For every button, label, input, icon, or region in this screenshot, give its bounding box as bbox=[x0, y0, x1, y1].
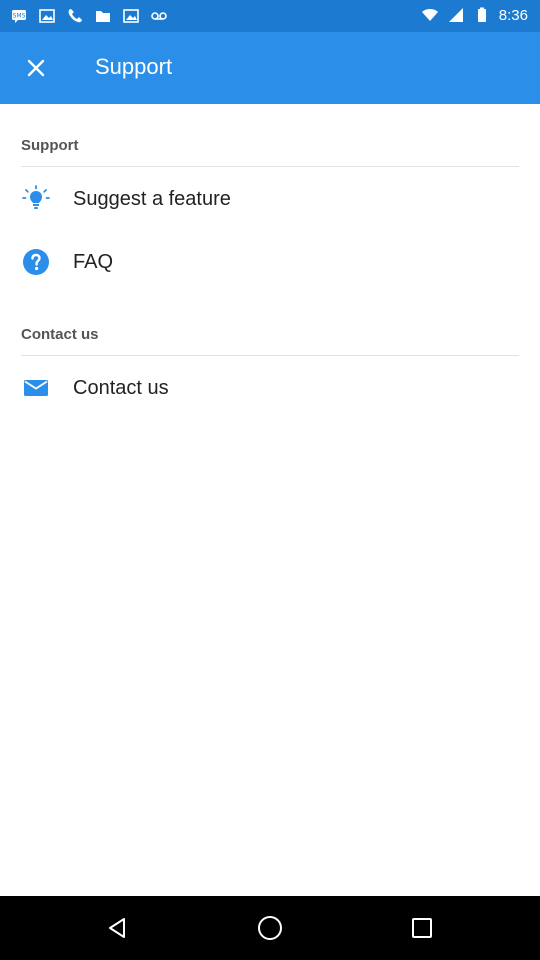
contact-us-label: Contact us bbox=[73, 376, 169, 399]
home-button[interactable] bbox=[250, 908, 290, 948]
status-bar: SMS 8:36 bbox=[0, 0, 540, 32]
back-icon bbox=[109, 918, 125, 938]
back-button[interactable] bbox=[98, 908, 138, 948]
signal-icon bbox=[448, 8, 463, 22]
system-status: 8:36 bbox=[421, 6, 528, 24]
section-divider bbox=[21, 166, 519, 167]
section-divider bbox=[21, 355, 519, 356]
phone-icon bbox=[68, 9, 82, 23]
battery-icon bbox=[477, 7, 486, 22]
email-icon bbox=[22, 374, 50, 402]
contact-us-item[interactable]: Contact us bbox=[0, 360, 540, 416]
page-title: Support bbox=[95, 54, 173, 79]
help-icon bbox=[22, 248, 50, 276]
suggest-feature-item[interactable]: Suggest a feature bbox=[0, 171, 540, 227]
recents-icon bbox=[412, 918, 432, 938]
sms-icon: SMS bbox=[12, 10, 26, 23]
wifi-icon bbox=[421, 9, 438, 21]
recents-button[interactable] bbox=[402, 908, 442, 948]
faq-label: FAQ bbox=[73, 250, 114, 273]
svg-text:SMS: SMS bbox=[13, 13, 26, 20]
image-icon bbox=[39, 9, 55, 23]
notification-icons: SMS bbox=[10, 7, 168, 25]
voicemail-icon bbox=[151, 12, 167, 20]
lightbulb-icon bbox=[22, 185, 50, 213]
section-header-support: Support bbox=[21, 137, 79, 154]
close-icon bbox=[27, 59, 45, 77]
close-button[interactable] bbox=[16, 48, 56, 88]
navigation-bar bbox=[0, 896, 540, 960]
folder-icon bbox=[96, 11, 110, 22]
section-header-contact: Contact us bbox=[21, 326, 99, 343]
faq-item[interactable]: FAQ bbox=[0, 234, 540, 290]
status-time: 8:36 bbox=[498, 6, 528, 24]
home-icon bbox=[258, 916, 282, 940]
suggest-feature-label: Suggest a feature bbox=[73, 187, 231, 210]
app-bar: Support bbox=[0, 32, 540, 104]
image-icon bbox=[123, 9, 139, 23]
support-list: Support Suggest a feature FAQ Contact us… bbox=[0, 104, 540, 896]
